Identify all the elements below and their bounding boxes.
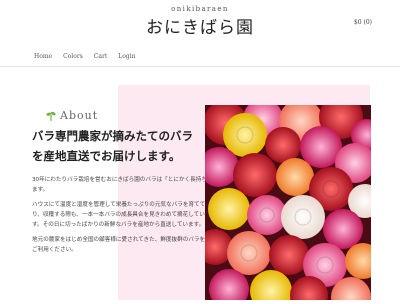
nav-colors[interactable]: Colors (63, 53, 83, 63)
about-heading: About (46, 106, 98, 125)
site-header: onikibaraen おにきばら園 $0 (0) (0, 0, 400, 46)
sprout-icon (46, 106, 56, 125)
main-nav: Home Colors Cart Login (34, 53, 135, 63)
nav-divider (0, 66, 400, 67)
cart-count[interactable]: $0 (0) (354, 19, 372, 26)
nav-login[interactable]: Login (118, 53, 135, 63)
logo-romaji[interactable]: onikibaraen (0, 5, 400, 13)
about-paragraph: 30年にわたりバラ栽培を営むおにきばら園のバラは「とにかく長持ち」します。 (32, 177, 219, 193)
about-headline: バラ専門農家が摘みたてのバラを産地直送でお届けします。 (32, 129, 193, 163)
nav-home[interactable]: Home (34, 53, 52, 63)
logo-title[interactable]: おにきばら園 (0, 13, 400, 38)
rose-bouquet-image (197, 95, 383, 304)
about-paragraph: ハウスにて温度と湿度を管理して栄養たっぷりの元気なバラを育てており、収穫する際も… (32, 202, 211, 228)
about-body: 30年にわたりバラ栽培を営むおにきばら園のバラは「とにかく長持ち」します。 ハウ… (32, 175, 220, 260)
about-paragraph: 地元の農家をはじめ全国の顧客様に愛されてきた、鮮度抜群のバラをぜひご利用ください… (32, 237, 217, 253)
about-label: About (60, 109, 99, 122)
nav-cart[interactable]: Cart (94, 53, 107, 63)
